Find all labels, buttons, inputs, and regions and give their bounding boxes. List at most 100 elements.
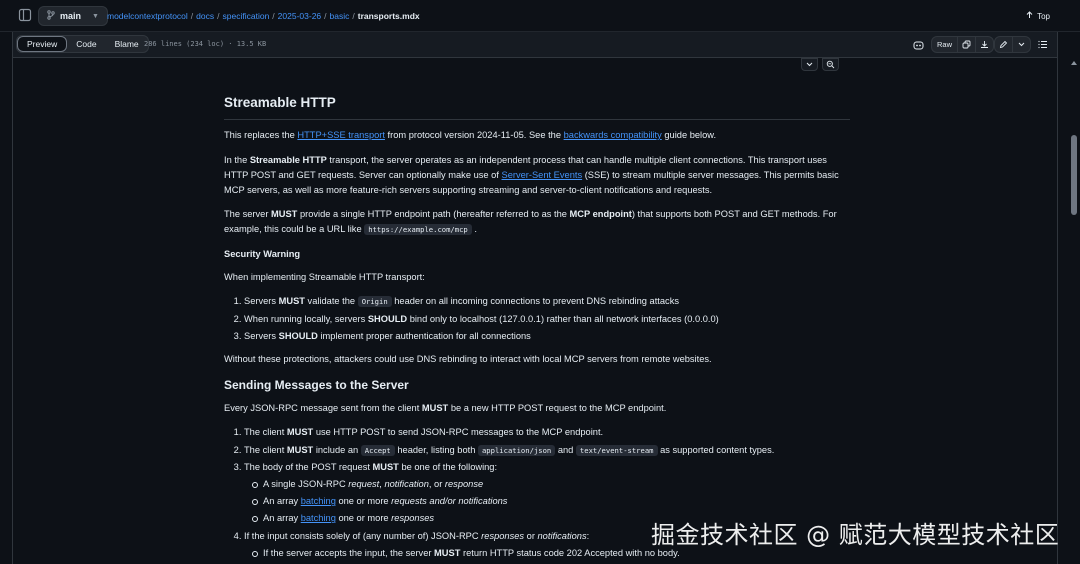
text: return HTTP status code 202 Accepted wit… — [460, 547, 680, 558]
breadcrumb-separator: / — [352, 11, 355, 21]
text: In the — [224, 154, 250, 165]
text: . — [471, 224, 477, 234]
text: validate the — [304, 296, 358, 306]
copilot-button[interactable] — [910, 36, 927, 53]
sub-list-item: An array batching one or more requests a… — [252, 494, 850, 509]
text: This replaces the — [224, 130, 298, 140]
text: include an — [313, 444, 361, 455]
paragraph-endpoint: The server MUST provide a single HTTP en… — [224, 207, 850, 237]
breadcrumb-link-specification[interactable]: specification — [223, 11, 270, 21]
file-header: main ▼ modelcontextprotocol / docs / spe… — [0, 0, 1080, 32]
text: : — [586, 530, 590, 541]
branch-name: main — [60, 11, 82, 21]
link-batching[interactable]: batching — [301, 496, 336, 506]
text: The client — [244, 444, 287, 455]
edit-button-group — [994, 36, 1031, 53]
text: from protocol version 2024-11-05. See th… — [384, 130, 564, 140]
breadcrumb-link-repo[interactable]: modelcontextprotocol — [107, 11, 188, 21]
copilot-icon — [910, 37, 927, 52]
bold-text: MUST — [372, 462, 399, 472]
text: Servers — [244, 331, 279, 341]
paragraph-security-intro: When implementing Streamable HTTP transp… — [224, 271, 425, 282]
sub-list-item: A single JSON-RPC request, notification,… — [252, 477, 850, 492]
inline-code: application/json — [477, 444, 556, 456]
text: one or more — [335, 513, 392, 523]
scrollbar-thumb[interactable] — [1071, 135, 1077, 215]
chevron-down-icon: ▼ — [92, 12, 99, 20]
inline-code: Origin — [357, 296, 392, 307]
top-button[interactable]: Top — [1026, 11, 1050, 21]
list-item: The client MUST include an Accept header… — [244, 443, 850, 458]
italic-text: response — [444, 479, 484, 489]
list-item: The client MUST use HTTP POST to send JS… — [244, 425, 850, 440]
link-http-sse-transport[interactable]: HTTP+SSE transport — [297, 130, 385, 140]
paragraph-transport-description: In the Streamable HTTP transport, the se… — [224, 153, 850, 198]
paragraph-every-message: Every JSON-RPC message sent from the cli… — [224, 401, 850, 416]
bold-text: SHOULD — [367, 313, 408, 324]
text: A single JSON-RPC — [263, 479, 349, 489]
text: The server — [224, 209, 272, 219]
text: provide a single HTTP endpoint path (her… — [297, 209, 570, 219]
breadcrumb-link-docs[interactable]: docs — [196, 11, 214, 21]
bold-text: Streamable HTTP — [249, 154, 327, 165]
bold-text: SHOULD — [278, 331, 318, 341]
raw-copy-download-group: Raw — [931, 36, 995, 53]
text: An array — [263, 513, 301, 523]
italic-text: notifications — [537, 530, 587, 541]
view-mode-tabs: Preview Code Blame — [16, 35, 149, 53]
inline-code: https://example.com/mcp — [364, 224, 472, 235]
download-icon[interactable] — [976, 37, 993, 52]
bold-text: MUST — [286, 444, 314, 455]
paragraph-without-protections: Without these protections, attackers cou… — [224, 354, 712, 364]
text: be one of the following: — [398, 462, 498, 472]
text: The body of the POST request — [244, 462, 373, 472]
text: Every JSON-RPC message sent from the cli… — [224, 402, 422, 413]
zoom-icon[interactable] — [822, 58, 839, 71]
tab-blame[interactable]: Blame — [106, 36, 148, 52]
tab-preview[interactable]: Preview — [17, 36, 68, 52]
breadcrumb-current-file: transports.mdx — [357, 11, 420, 21]
inline-code: text/event-stream — [575, 444, 658, 456]
text: header, listing both — [394, 444, 478, 455]
heading-sending-messages: Sending Messages to the Server — [224, 377, 409, 392]
page-scrollbar[interactable] — [1068, 58, 1080, 564]
text: Servers — [244, 296, 279, 306]
text: The client — [244, 427, 287, 437]
inline-code: Accept — [360, 444, 395, 456]
scroll-up-arrow-icon[interactable] — [1071, 61, 1077, 65]
list-item: Servers MUST validate the Origin header … — [244, 294, 850, 309]
file-toolbar: Preview Code Blame 286 lines (234 loc) ·… — [12, 32, 1058, 58]
breadcrumb-separator: / — [272, 11, 275, 21]
tab-code[interactable]: Code — [67, 36, 105, 52]
breadcrumb-link-basic[interactable]: basic — [330, 11, 350, 21]
link-batching[interactable]: batching — [301, 513, 336, 523]
text: When running locally, servers — [244, 313, 368, 324]
markdown-preview: Streamable HTTP This replaces the HTTP+S… — [12, 58, 1058, 564]
git-branch-icon — [47, 10, 55, 22]
chevron-down-icon[interactable] — [801, 58, 818, 71]
sidebar-toggle-icon[interactable] — [18, 8, 34, 24]
text: bind only to localhost (127.0.0.1) rathe… — [407, 313, 719, 324]
text: implement proper authentication for all … — [317, 331, 531, 341]
text: If the server accepts the input, the ser… — [263, 547, 435, 558]
link-server-sent-events[interactable]: Server-Sent Events — [502, 170, 583, 180]
breadcrumb-link-version[interactable]: 2025-03-26 — [278, 11, 321, 21]
breadcrumb: modelcontextprotocol / docs / specificat… — [107, 11, 420, 21]
heading-streamable-http: Streamable HTTP — [224, 94, 850, 120]
raw-button[interactable]: Raw — [932, 40, 957, 49]
list-item: When running locally, servers SHOULD bin… — [244, 312, 850, 327]
text: , or — [428, 479, 445, 489]
list-icon[interactable] — [1034, 37, 1051, 52]
text: be a new HTTP POST request to the MCP en… — [448, 402, 667, 413]
link-backwards-compatibility[interactable]: backwards compatibility — [564, 130, 662, 140]
chevron-down-icon[interactable] — [1013, 37, 1030, 52]
branch-selector-button[interactable]: main ▼ — [38, 6, 108, 26]
heading-security-warning: Security Warning — [224, 248, 301, 259]
article-body: Streamable HTTP This replaces the HTTP+S… — [224, 94, 850, 564]
copy-icon[interactable] — [958, 37, 975, 52]
pencil-icon[interactable] — [995, 37, 1012, 52]
security-list: Servers MUST validate the Origin header … — [244, 294, 850, 344]
top-label: Top — [1037, 11, 1050, 21]
breadcrumb-separator: / — [190, 11, 194, 21]
bold-text: MCP endpoint — [569, 209, 632, 219]
